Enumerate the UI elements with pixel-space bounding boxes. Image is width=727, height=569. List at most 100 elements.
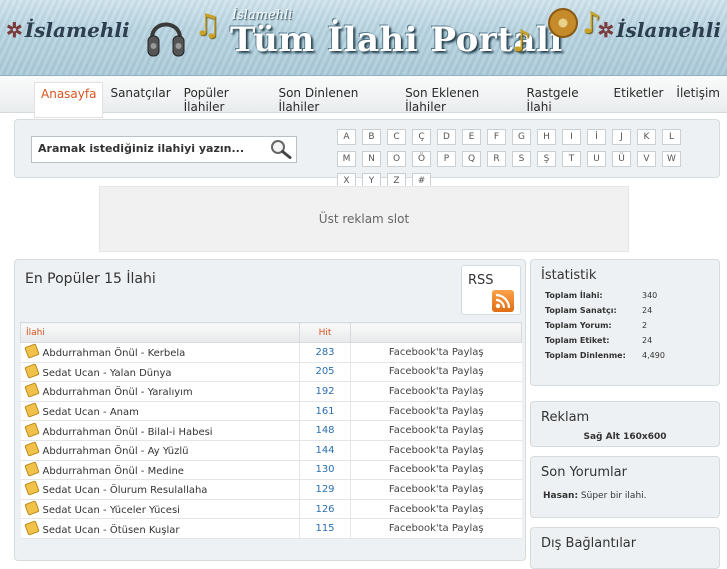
- nav-son-dinlenen[interactable]: Son Dinlenen İlahiler: [272, 82, 398, 118]
- letter-filter-button[interactable]: N: [362, 151, 381, 167]
- song-link[interactable]: Sedat Ucan - Ölurum Resulallaha: [43, 485, 208, 496]
- song-icon: [23, 500, 40, 516]
- letter-filter-button[interactable]: E: [462, 129, 481, 145]
- rss-button[interactable]: RSS: [461, 265, 521, 315]
- letter-filter-button[interactable]: I: [562, 129, 581, 145]
- song-link[interactable]: Sedat Ucan - Yüceler Yücesi: [43, 505, 180, 516]
- logo-left[interactable]: ✲ İslamehli: [6, 18, 130, 42]
- column-header-hit[interactable]: Hit: [299, 322, 351, 343]
- nav-iletisim[interactable]: İletişim: [670, 82, 726, 118]
- letter-filter-button[interactable]: W: [662, 151, 681, 167]
- nav-anasayfa[interactable]: Anasayfa: [34, 82, 104, 118]
- facebook-share-link[interactable]: Facebook'ta Paylaş: [350, 479, 522, 500]
- column-header-share: [350, 322, 522, 343]
- letter-filter-button[interactable]: U: [587, 151, 606, 167]
- letter-filter-button[interactable]: İ: [587, 129, 606, 145]
- song-icon: [23, 461, 40, 477]
- table-row[interactable]: Sedat Ucan - Ötüsen Kuşlar 115 Facebook'ta…: [20, 518, 522, 539]
- stats-label: Toplam İlahi:: [545, 291, 603, 300]
- letter-filter-button[interactable]: V: [637, 151, 656, 167]
- facebook-share-link[interactable]: Facebook'ta Paylaş: [350, 342, 522, 363]
- letter-filter-button[interactable]: H: [537, 129, 556, 145]
- song-link[interactable]: Abdurrahman Önül - Medine: [43, 466, 184, 477]
- search-input[interactable]: [32, 137, 263, 160]
- facebook-share-link[interactable]: Facebook'ta Paylaş: [350, 381, 522, 402]
- facebook-share-link[interactable]: Facebook'ta Paylaş: [350, 499, 522, 520]
- facebook-share-link[interactable]: Facebook'ta Paylaş: [350, 440, 522, 461]
- table-row[interactable]: Sedat Ucan - Yüceler Yücesi 126 Facebook't…: [20, 499, 522, 520]
- letter-filter-button[interactable]: S: [512, 151, 531, 167]
- search-icon[interactable]: [270, 139, 292, 159]
- nav-etiketler[interactable]: Etiketler: [608, 82, 670, 118]
- nav-populer-ilahiler[interactable]: Popüler İlahiler: [178, 82, 272, 118]
- headphone-icon: [147, 22, 185, 57]
- letter-filter-button[interactable]: Ö: [412, 151, 431, 167]
- table-row[interactable]: Abdurrahman Önül - Medine 130 Facebook'ta …: [20, 460, 522, 481]
- top-ad-slot[interactable]: Üst reklam slot: [99, 186, 629, 252]
- table-row[interactable]: Abdurrahman Önül - Yaralıyım 192 Facebook'…: [20, 381, 522, 402]
- stats-label: Toplam Yorum:: [545, 321, 612, 330]
- facebook-share-link[interactable]: Facebook'ta Paylaş: [350, 460, 522, 481]
- song-cell: Sedat Ucan - Anam: [20, 401, 300, 422]
- stats-row: Toplam İlahi: 340: [543, 288, 667, 303]
- column-header-ilahi[interactable]: İlahi: [20, 322, 300, 343]
- song-icon: [23, 421, 40, 438]
- song-cell: Abdurrahman Önül - Medine: [20, 460, 300, 481]
- letter-filter-button[interactable]: Ü: [612, 151, 631, 167]
- song-link[interactable]: Abdurrahman Önül - Ay Yüzlü: [43, 446, 189, 457]
- nav-son-eklenen[interactable]: Son Eklenen İlahiler: [399, 82, 519, 118]
- facebook-share-link[interactable]: Facebook'ta Paylaş: [350, 401, 522, 422]
- side-ad-slot[interactable]: Sağ Alt 160x600: [531, 432, 719, 442]
- hit-count: 144: [299, 440, 351, 461]
- letter-filter-button[interactable]: P: [437, 151, 456, 167]
- letter-filter-button[interactable]: A: [337, 129, 356, 145]
- song-link[interactable]: Abdurrahman Önül - Yaralıyım: [43, 387, 193, 398]
- letter-filter-button[interactable]: M: [337, 151, 356, 167]
- logo-right[interactable]: ✲ İslamehli: [597, 18, 721, 42]
- table-row[interactable]: Sedat Ucan - Anam 161 Facebook'ta Paylaş: [20, 401, 522, 422]
- song-icon: [23, 402, 40, 418]
- table-row[interactable]: Sedat Ucan - Yalan Dünya 205 Facebook'ta P…: [20, 362, 522, 383]
- letter-filter-button[interactable]: B: [362, 129, 381, 145]
- letter-filter-button[interactable]: F: [487, 129, 506, 145]
- table-row[interactable]: Sedat Ucan - Ölurum Resulallaha 129 Facebo…: [20, 479, 522, 500]
- letter-filter-button[interactable]: L: [662, 129, 681, 145]
- hit-count: 130: [299, 460, 351, 481]
- letter-filter-button[interactable]: Q: [462, 151, 481, 167]
- letter-filter-button[interactable]: Ç: [412, 129, 431, 145]
- stats-row: Toplam Etiket: 24: [543, 333, 667, 348]
- song-icon: [23, 519, 40, 536]
- nav-sanatcilar[interactable]: Sanatçılar: [104, 82, 176, 118]
- stats-value: 24: [642, 336, 653, 345]
- facebook-share-link[interactable]: Facebook'ta Paylaş: [350, 362, 522, 383]
- letter-filter-button[interactable]: G: [512, 129, 531, 145]
- comment-text: Süper bir ilahi.: [580, 491, 647, 501]
- table-row[interactable]: Abdurrahman Önül - Kerbela 283 Facebook'ta…: [20, 342, 522, 363]
- ad-box: Reklam Sağ Alt 160x600: [530, 401, 720, 447]
- letter-filter-button[interactable]: C: [387, 129, 406, 145]
- song-link[interactable]: Abdurrahman Önül - Bilal-i Habesi: [43, 427, 213, 438]
- song-link[interactable]: Sedat Ucan - Ötüsen Kuşlar: [43, 525, 180, 536]
- stats-value: 4,490: [642, 351, 665, 360]
- letter-filter-button[interactable]: D: [437, 129, 456, 145]
- table-row[interactable]: Abdurrahman Önül - Ay Yüzlü 144 Facebook't…: [20, 440, 522, 461]
- letter-filter-button[interactable]: R: [487, 151, 506, 167]
- comment-item[interactable]: Hasan: Süper bir ilahi.: [543, 491, 647, 501]
- letter-filter-button[interactable]: J: [612, 129, 631, 145]
- ad-box-title: Reklam: [541, 410, 590, 425]
- song-link[interactable]: Abdurrahman Önül - Kerbela: [43, 348, 186, 359]
- letter-filter-button[interactable]: T: [562, 151, 581, 167]
- letter-filter-button[interactable]: O: [387, 151, 406, 167]
- song-cell: Abdurrahman Önül - Ay Yüzlü: [20, 440, 300, 461]
- table-row[interactable]: Abdurrahman Önül - Bilal-i Habesi 148 Face…: [20, 420, 522, 441]
- song-icon: [23, 363, 40, 379]
- nav-rastgele[interactable]: Rastgele İlahi: [521, 82, 607, 118]
- song-link[interactable]: Sedat Ucan - Anam: [43, 407, 139, 418]
- letter-filter-button[interactable]: Ş: [537, 151, 556, 167]
- facebook-share-link[interactable]: Facebook'ta Paylaş: [350, 518, 522, 539]
- facebook-share-link[interactable]: Facebook'ta Paylaş: [350, 420, 522, 441]
- song-link[interactable]: Sedat Ucan - Yalan Dünya: [43, 368, 172, 379]
- music-note-icon: ♫: [194, 8, 221, 43]
- letter-filter-button[interactable]: K: [637, 129, 656, 145]
- stats-value: 340: [642, 291, 658, 300]
